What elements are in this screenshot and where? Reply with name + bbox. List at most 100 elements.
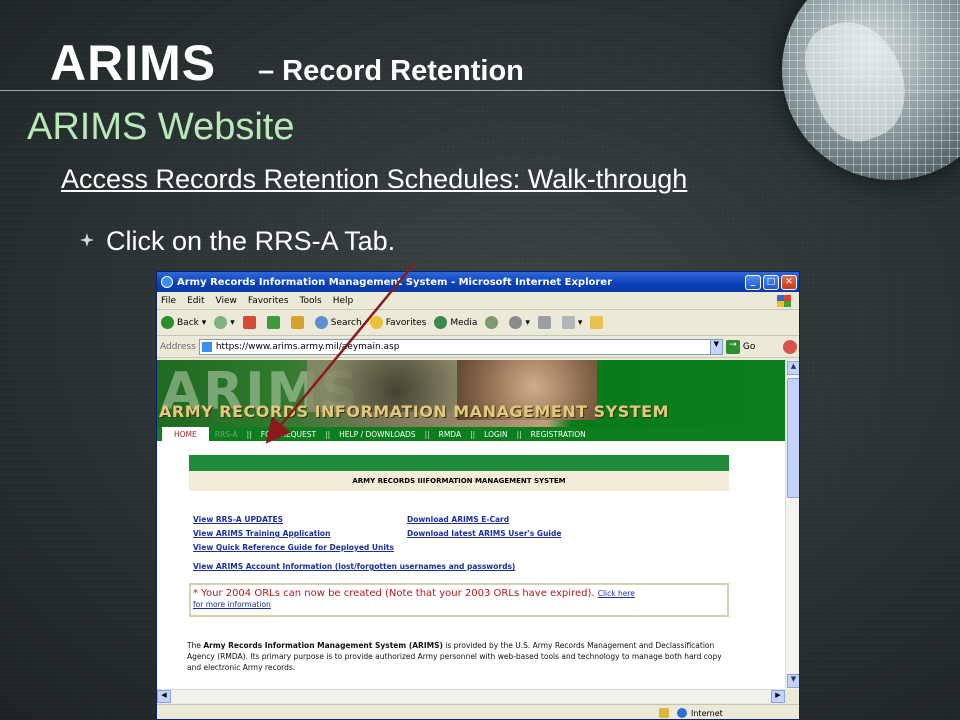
nav-separator: ||	[516, 429, 522, 439]
status-bar: Internet	[157, 704, 799, 719]
link-users-guide[interactable]: Download latest ARIMS User's Guide	[407, 529, 561, 538]
search-icon	[314, 316, 328, 329]
notice-click-here[interactable]: Click here	[598, 589, 635, 598]
favorites-button[interactable]: Favorites	[369, 316, 427, 329]
notice-more-info[interactable]: for more information	[193, 600, 271, 609]
tab-rrsa[interactable]: RRS-A	[209, 430, 244, 439]
maximize-icon[interactable]: □	[763, 274, 779, 290]
status-zone: Internet	[691, 708, 723, 718]
menu-view[interactable]: View	[216, 296, 237, 306]
minimize-icon[interactable]: _	[745, 274, 761, 290]
walkthrough-link[interactable]: Access Records Retention Schedules: Walk…	[61, 164, 687, 195]
menu-edit[interactable]: Edit	[187, 296, 204, 306]
bullet-instruction: Click on the RRS-A Tab.	[106, 226, 396, 256]
browser-toolbar: Back ▾ ▾ Search Favorites Media ▾ ▾	[157, 310, 799, 336]
about-bold-name: Army Records Information Management Syst…	[203, 641, 443, 650]
go-button[interactable]: → Go	[725, 339, 756, 354]
browser-titlebar: Army Records Information Management Syst…	[157, 272, 799, 292]
link-training[interactable]: View ARIMS Training Application	[193, 529, 407, 538]
main-content: ARMY RECORDS IIIFORMATION MANAGEMENT SYS…	[189, 455, 729, 617]
media-button[interactable]: Media	[434, 316, 477, 329]
banner-title: ARMY RECORDS INFORMATION MANAGEMENT SYST…	[159, 402, 670, 421]
account-link-row: View ARIMS Account Information (lost/for…	[189, 562, 729, 571]
forward-arrow-icon	[214, 316, 228, 329]
toolbar-extra-icon[interactable]	[783, 339, 798, 354]
menu-favorites[interactable]: Favorites	[248, 296, 289, 306]
link-ecard[interactable]: Download ARIMS E-Card	[407, 515, 509, 524]
menu-file[interactable]: File	[161, 296, 176, 306]
menu-tools[interactable]: Tools	[300, 296, 322, 306]
mail-icon	[509, 316, 523, 329]
stop-icon	[242, 316, 256, 329]
address-url: https://www.arims.army.mil/aeymain.asp	[215, 341, 400, 352]
refresh-button[interactable]	[266, 316, 283, 329]
link-account-info[interactable]: View ARIMS Account Information (lost/for…	[193, 562, 515, 571]
edit-button[interactable]: ▾	[561, 316, 582, 329]
print-icon	[537, 316, 551, 329]
home-button[interactable]	[290, 316, 307, 329]
back-arrow-icon	[161, 316, 174, 329]
link-rrsa-updates[interactable]: View RRS-A UPDATES	[193, 515, 407, 524]
tab-foia[interactable]: FOIA REQUEST	[255, 430, 322, 439]
go-arrow-icon: →	[725, 339, 740, 354]
nav-separator: ||	[470, 429, 476, 439]
ie-icon	[161, 276, 173, 288]
search-button[interactable]: Search	[314, 316, 362, 329]
browser-screenshot: Army Records Information Management Syst…	[156, 271, 800, 720]
address-bar: Address https://www.arims.army.mil/aeyma…	[157, 336, 799, 358]
scroll-up-icon[interactable]: ▲	[787, 361, 799, 375]
back-button[interactable]: Back ▾	[161, 316, 206, 329]
about-lead: The	[187, 641, 201, 650]
nav-separator: ||	[424, 429, 430, 439]
address-input[interactable]: https://www.arims.army.mil/aeymain.asp ▼	[198, 338, 723, 355]
address-label: Address	[160, 341, 196, 352]
link-quick-ref[interactable]: View Quick Reference Guide for Deployed …	[193, 543, 589, 552]
page-viewport: ARIMS ARMY RECORDS INFORMATION MANAGEMEN…	[157, 360, 785, 689]
scroll-thumb[interactable]	[787, 378, 799, 498]
tab-help[interactable]: HELP / DOWNLOADS	[333, 430, 421, 439]
link-grid: View RRS-A UPDATES Download ARIMS E-Card…	[189, 515, 729, 557]
menu-help[interactable]: Help	[333, 296, 354, 306]
address-dropdown-icon[interactable]: ▼	[709, 339, 722, 354]
section-title: ARIMS Website	[27, 106, 295, 148]
about-paragraph: The Army Records Information Management …	[187, 640, 727, 673]
site-nav: HOME RRS-A || FOIA REQUEST || HELP / DOW…	[157, 427, 785, 441]
tab-login[interactable]: LOGIN	[478, 430, 513, 439]
internet-zone-icon	[677, 708, 687, 718]
favorites-label: Favorites	[385, 317, 427, 328]
favorites-star-icon	[369, 316, 383, 329]
folder-button[interactable]	[590, 316, 606, 329]
menu-bar: File Edit View Favorites Tools Help	[157, 292, 799, 310]
nav-separator: ||	[325, 429, 331, 439]
edit-icon	[561, 316, 575, 329]
go-label: Go	[742, 341, 756, 352]
print-button[interactable]	[537, 316, 554, 329]
windows-logo-icon	[777, 294, 791, 307]
orl-notice: * Your 2004 ORLs can now be created (Not…	[189, 583, 729, 617]
horizontal-scrollbar[interactable]: ◀ ▶	[157, 689, 785, 703]
scroll-down-icon[interactable]: ▼	[787, 674, 799, 688]
tab-registration[interactable]: REGISTRATION	[525, 430, 592, 439]
nav-separator: ||	[246, 429, 252, 439]
header-strip	[189, 455, 729, 471]
back-label: Back	[177, 317, 199, 328]
forward-button[interactable]: ▾	[214, 316, 235, 329]
vertical-scrollbar[interactable]: ▲ ▼	[785, 360, 799, 689]
scroll-left-icon[interactable]: ◀	[157, 690, 171, 703]
tab-rmda[interactable]: RMDA	[433, 430, 467, 439]
window-title: Army Records Information Management Syst…	[177, 276, 613, 288]
notice-text: * Your 2004 ORLs can now be created (Not…	[193, 588, 595, 599]
media-icon	[434, 316, 448, 329]
mail-button[interactable]: ▾	[509, 316, 530, 329]
tab-home[interactable]: HOME	[162, 427, 209, 441]
history-button[interactable]	[485, 316, 501, 329]
page-icon	[201, 341, 212, 352]
slide-subtitle: – Record Retention	[258, 55, 524, 87]
scroll-right-icon[interactable]: ▶	[771, 690, 785, 703]
media-label: Media	[450, 317, 478, 328]
close-icon[interactable]: ✕	[781, 274, 797, 290]
search-label: Search	[330, 317, 362, 328]
stop-button[interactable]	[242, 316, 259, 329]
content-header: ARMY RECORDS IIIFORMATION MANAGEMENT SYS…	[189, 471, 729, 491]
folder-icon	[590, 316, 604, 329]
